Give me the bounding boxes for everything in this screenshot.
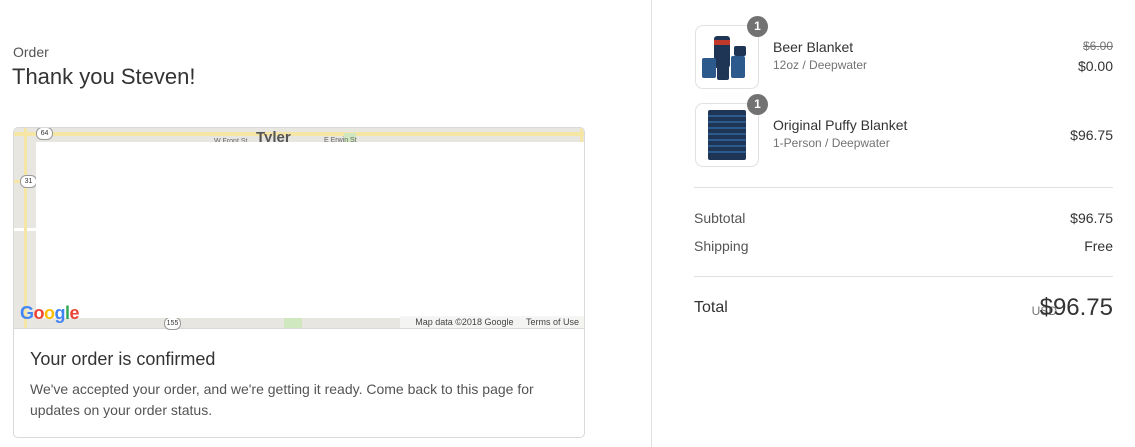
divider: [694, 187, 1113, 188]
map-park: [284, 318, 302, 328]
page-title: Thank you Steven!: [12, 64, 196, 89]
product-name: Original Puffy Blanket: [773, 117, 908, 133]
subtotal-label: Subtotal: [694, 210, 746, 226]
map-attribution: Map data ©2018 Google: [415, 317, 514, 327]
google-logo: Google: [20, 303, 80, 323]
total-value: $96.75: [1039, 294, 1113, 321]
confirmation-title: Your order is confirmed: [30, 349, 216, 369]
original-price: $6.00: [1082, 39, 1113, 53]
order-label: Order: [13, 44, 49, 60]
divider: [694, 276, 1113, 277]
order-summary: 1 Beer Blanket 12oz / Deepwater $6.00 $0…: [652, 0, 1135, 447]
product-name: Beer Blanket: [773, 39, 854, 55]
product-variant: 12oz / Deepwater: [773, 58, 868, 72]
shipping-label: Shipping: [694, 238, 749, 254]
product-price: $0.00: [1077, 58, 1113, 74]
main-content: Order Thank you Steven! Tyler W Front St…: [0, 0, 651, 447]
order-status-page: Order Thank you Steven! Tyler W Front St…: [0, 0, 1135, 447]
line-item: 1 Original Puffy Blanket 1-Person / Deep…: [694, 94, 1113, 167]
map-overlay-blank: [36, 142, 584, 318]
map-road: [24, 128, 27, 328]
product-thumbnail-puffy-blanket: [695, 103, 759, 167]
map-route-shield: 64: [36, 128, 53, 140]
quantity-badge: 1: [747, 94, 768, 115]
confirmation-text: We've accepted your order, and we're get…: [30, 381, 534, 418]
map-footer: Map data ©2018 Google Terms of Use: [400, 316, 584, 328]
map[interactable]: Tyler W Front St E Erwin St 64 31 155 Go…: [14, 128, 584, 330]
map-route-shield: 155: [164, 317, 181, 330]
product-thumbnail-beer-blanket: [695, 25, 759, 89]
quantity-badge: 1: [747, 16, 768, 37]
puffy-blanket-image: [708, 110, 746, 160]
map-terms-link[interactable]: Terms of Use: [526, 317, 579, 327]
map-route-shield: 31: [20, 175, 37, 188]
beer-blanket-image: [702, 36, 746, 80]
shipping-value: Free: [1084, 238, 1113, 254]
product-price: $96.75: [1070, 127, 1113, 143]
line-item: 1 Beer Blanket 12oz / Deepwater $6.00 $0…: [694, 16, 1113, 89]
subtotal-value: $96.75: [1070, 210, 1113, 226]
total-label: Total: [694, 299, 728, 316]
product-variant: 1-Person / Deepwater: [773, 136, 890, 150]
order-confirmation-card: Tyler W Front St E Erwin St 64 31 155 Go…: [13, 127, 585, 438]
map-road: [14, 132, 584, 136]
